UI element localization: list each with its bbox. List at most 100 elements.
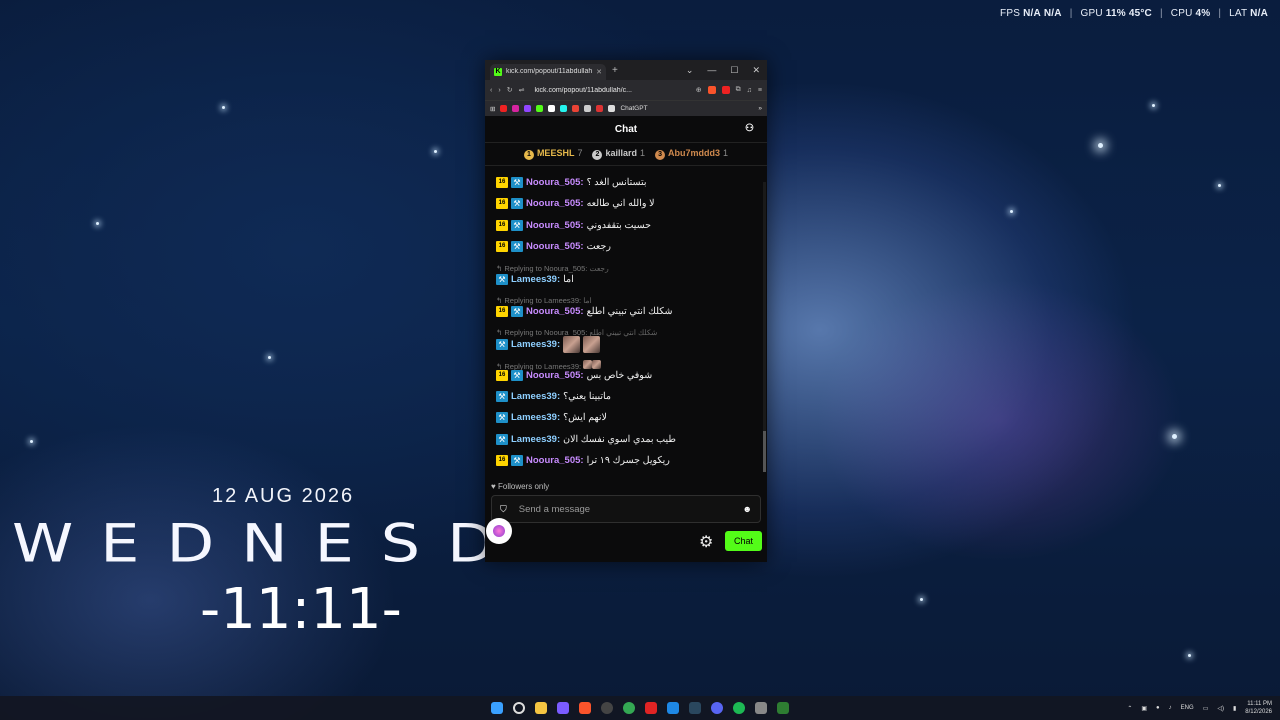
chat-username[interactable]: Lamees39:: [511, 434, 560, 445]
app-icon[interactable]: [557, 702, 569, 714]
reply-context[interactable]: ↰ Replying to Noou​ra_505: رجعت: [496, 264, 609, 273]
url-field[interactable]: kick.com/popout/11abdullah/c...: [534, 87, 689, 94]
gmail-bookmark-icon[interactable]: [572, 105, 580, 112]
tray-app-icon[interactable]: ▣: [1141, 705, 1147, 712]
app-icon[interactable]: [667, 702, 679, 714]
chevron-up-icon[interactable]: ⌃: [1127, 705, 1132, 712]
language-indicator[interactable]: ENG: [1181, 705, 1194, 711]
zoom-icon[interactable]: ⊕: [696, 86, 702, 94]
system-tray: ⌃ ▣ ● ♪ ENG ▭ ◁) ▮ 11:11 PM 8/12/2026: [1127, 696, 1272, 720]
chat-username[interactable]: Lamees39:: [511, 391, 560, 402]
star: [1172, 434, 1177, 439]
more-bookmarks-icon[interactable]: »: [758, 105, 762, 112]
maximize-button[interactable]: ☐: [730, 65, 738, 76]
chat-username[interactable]: Nooura_505:: [526, 306, 584, 317]
battery-icon[interactable]: ▮: [1233, 705, 1236, 712]
chat-username[interactable]: Lamees39:: [511, 412, 560, 423]
pickaxe-badge-icon: ⚒: [511, 455, 523, 466]
chatgpt-bookmark[interactable]: ChatGPT: [620, 105, 647, 112]
leaderboard-entry[interactable]: 1 MEESHL 7: [523, 148, 582, 160]
leaderboard-entry[interactable]: 3 Abu7mddd3 1: [655, 148, 728, 160]
close-window-button[interactable]: ✕: [752, 65, 760, 76]
chat-message: 16 ⚒ Nooura_505: لا والله اني طالعه: [496, 198, 655, 209]
bookmark-icon[interactable]: [584, 105, 592, 112]
chat-message: 16 ⚒ Nooura_505: شوفي خاص بس: [496, 370, 652, 381]
emoji-icon[interactable]: ☻: [743, 504, 752, 514]
network-icon[interactable]: ▭: [1203, 705, 1209, 712]
chat-username[interactable]: Nooura_505:: [526, 241, 584, 252]
browser-tab[interactable]: K kick.com/popout/11abdullah/c... ✕: [490, 63, 606, 80]
cpu-label: CPU: [1170, 8, 1193, 19]
github-icon[interactable]: [601, 702, 613, 714]
badge-16-icon: 16: [496, 241, 508, 252]
chat-username[interactable]: Nooura_505:: [526, 198, 584, 209]
user-settings-icon[interactable]: ⚇: [745, 123, 754, 134]
chat-username[interactable]: Nooura_505:: [526, 370, 584, 381]
fps-value: N/A: [1023, 8, 1041, 19]
tray-app-icon[interactable]: ●: [1156, 705, 1160, 711]
message-input[interactable]: [516, 502, 733, 516]
pickaxe-badge-icon: ⚒: [496, 274, 508, 285]
site-info-icon[interactable]: ⇌: [519, 86, 525, 94]
rewards-icon[interactable]: [721, 86, 730, 94]
leaderboard-count: 1: [640, 148, 646, 158]
chat-scrollbar-thumb[interactable]: [763, 431, 766, 472]
brave-browser-icon[interactable]: [579, 702, 591, 714]
pickaxe-badge-icon: ⚒: [496, 412, 508, 423]
instagram-bookmark-icon[interactable]: [512, 105, 520, 112]
volume-icon[interactable]: ◁): [1217, 705, 1224, 712]
minimize-button[interactable]: —: [707, 65, 716, 76]
kick-bookmark-icon[interactable]: [536, 105, 544, 112]
extensions-icon[interactable]: ⧉: [736, 86, 741, 94]
chat-username[interactable]: Lamees39:: [511, 274, 560, 285]
star: [434, 150, 437, 153]
search-icon[interactable]: [513, 702, 525, 714]
star: [1098, 143, 1103, 148]
file-explorer-icon[interactable]: [535, 702, 547, 714]
new-tab-button[interactable]: +: [612, 65, 618, 76]
bookmarks-bar: ⊞ ChatGPT »: [485, 100, 767, 116]
brave-shield-icon[interactable]: [707, 86, 716, 94]
bookmark-icon[interactable]: [596, 105, 604, 112]
chat-message: 16 ⚒ Nooura_505: بتستانس الغد ؟: [496, 177, 647, 188]
reload-icon[interactable]: ↻: [507, 86, 513, 94]
fps-label: FPS: [1000, 8, 1021, 19]
tab-search-chevron-icon[interactable]: ⌄: [686, 65, 694, 76]
leaderboard-entry[interactable]: 2 kaillard 1: [592, 148, 645, 160]
chat-username[interactable]: Nooura_505:: [526, 220, 584, 231]
twitch-bookmark-icon[interactable]: [524, 105, 532, 112]
discord-icon[interactable]: [711, 702, 723, 714]
forward-icon[interactable]: ›: [498, 87, 500, 94]
back-icon[interactable]: ‹: [490, 87, 492, 94]
spotify-icon[interactable]: [733, 702, 745, 714]
chat-username[interactable]: Lamees39:: [511, 339, 560, 350]
send-chat-button[interactable]: Chat: [725, 531, 762, 551]
microphone-icon[interactable]: ♪: [1169, 705, 1172, 711]
start-windows-icon[interactable]: [491, 702, 503, 714]
taskbar-clock[interactable]: 11:11 PM 8/12/2026: [1245, 700, 1272, 716]
youtube-bookmark-icon[interactable]: [500, 105, 508, 112]
app-icon[interactable]: [777, 702, 789, 714]
app-icon[interactable]: [645, 702, 657, 714]
chat-message: ⚒ Lamees39: ماتبينا يعني؟: [496, 391, 611, 402]
chat-username[interactable]: Nooura_505:: [526, 177, 584, 188]
floating-extension-icon[interactable]: [486, 518, 512, 544]
steam-icon[interactable]: [689, 702, 701, 714]
chrome-icon[interactable]: [623, 702, 635, 714]
menu-icon[interactable]: ≡: [758, 87, 762, 94]
tiktok-bookmark-icon[interactable]: [560, 105, 568, 112]
chat-scrollbar-track[interactable]: [763, 182, 766, 472]
close-tab-icon[interactable]: ✕: [596, 68, 602, 76]
x-bookmark-icon[interactable]: [548, 105, 556, 112]
gift-leaderboard: 1 MEESHL 7 2 kaillard 1 3 Abu7mddd3 1: [485, 143, 767, 166]
chat-username[interactable]: Nooura_505:: [526, 455, 584, 466]
chat-settings-gear-icon[interactable]: ⚙: [699, 532, 713, 552]
media-icon[interactable]: ♫: [747, 87, 752, 94]
apps-grid-icon[interactable]: ⊞: [490, 105, 495, 113]
pickaxe-badge-icon: ⚒: [511, 177, 523, 188]
reply-context[interactable]: ↰ Replying to Lamees39: اما: [496, 296, 592, 305]
rank-medal-icon: 2: [592, 150, 603, 160]
kick-favicon-icon: K: [494, 67, 502, 76]
app-icon[interactable]: [755, 702, 767, 714]
reply-text: رجعت: [589, 264, 609, 273]
